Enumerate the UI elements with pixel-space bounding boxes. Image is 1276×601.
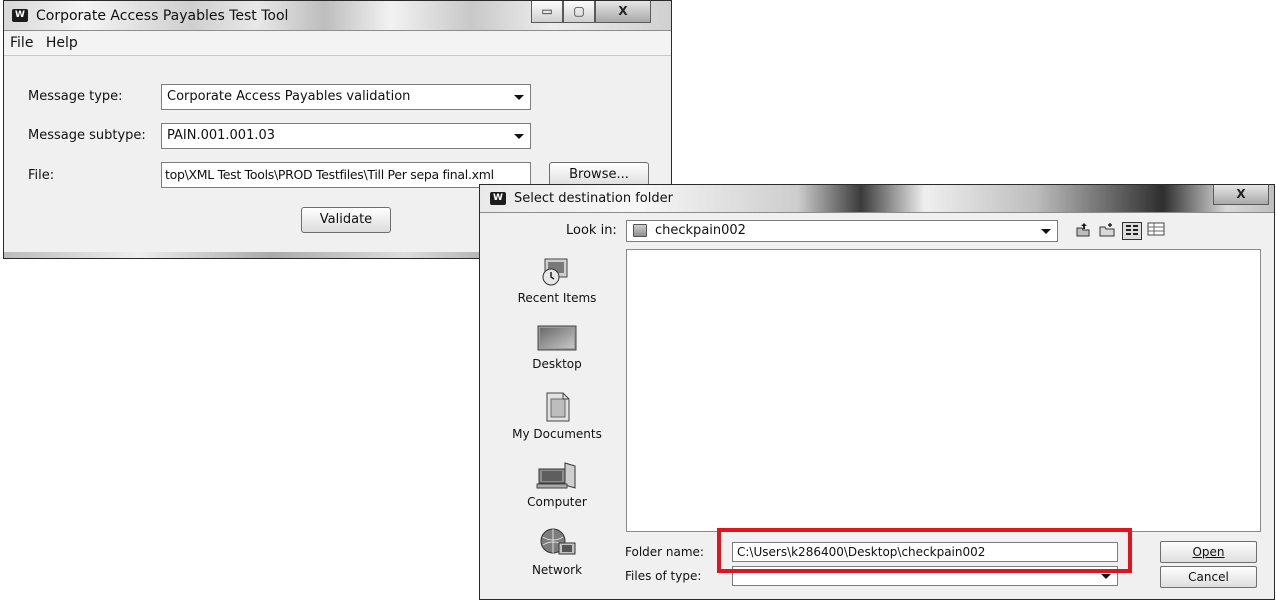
file-label: File:: [28, 168, 55, 183]
app-logo-icon: W: [490, 192, 506, 205]
place-network[interactable]: Network: [506, 527, 608, 577]
network-icon: [535, 527, 579, 559]
open-button[interactable]: Open: [1160, 541, 1257, 563]
details-view-icon[interactable]: [1146, 222, 1166, 240]
folder-contents-list[interactable]: [626, 249, 1261, 532]
message-type-value: Corporate Access Payables validation: [167, 89, 411, 104]
place-label: Desktop: [532, 357, 582, 371]
message-type-label: Message type:: [28, 89, 123, 104]
file-path-input[interactable]: top\XML Test Tools\PROD Testfiles\Till P…: [161, 162, 531, 188]
message-subtype-value: PAIN.001.001.03: [167, 128, 276, 143]
folder-name-input[interactable]: C:\Users\k286400\Desktop\checkpain002: [732, 542, 1118, 562]
places-sidebar: Recent Items Desktop My Documents Comput…: [506, 247, 608, 587]
menu-file[interactable]: File: [10, 35, 33, 51]
files-of-type-select[interactable]: [732, 566, 1118, 586]
maximize-button[interactable]: ▢: [563, 1, 595, 23]
computer-icon: [535, 459, 579, 491]
message-type-select[interactable]: Corporate Access Payables validation: [161, 84, 531, 110]
up-folder-icon[interactable]: [1074, 222, 1092, 240]
folder-name-label: Folder name:: [625, 545, 704, 559]
dialog-title: Select destination folder: [514, 191, 673, 206]
place-label: Computer: [527, 495, 587, 509]
files-of-type-label: Files of type:: [625, 569, 702, 583]
minimize-button[interactable]: ▭: [531, 1, 563, 23]
chevron-down-icon: [1101, 574, 1111, 579]
chevron-down-icon: [514, 95, 524, 100]
look-in-select[interactable]: checkpain002: [626, 220, 1058, 242]
app-logo-icon: W: [12, 9, 28, 22]
validate-button[interactable]: Validate: [301, 207, 391, 233]
new-folder-icon[interactable]: [1098, 222, 1116, 240]
place-computer[interactable]: Computer: [506, 459, 608, 509]
dialog-close-button[interactable]: X: [1213, 185, 1269, 205]
place-my-documents[interactable]: My Documents: [506, 389, 608, 441]
folder-icon: [633, 224, 647, 237]
message-subtype-label: Message subtype:: [28, 128, 146, 143]
chevron-down-icon: [1041, 229, 1051, 234]
menu-bar: File Help: [4, 31, 671, 56]
look-in-label: Look in:: [566, 223, 617, 238]
place-label: Network: [531, 563, 583, 577]
desktop-icon: [537, 323, 577, 353]
place-label: My Documents: [512, 427, 602, 441]
select-folder-dialog: W Select destination folder X Look in: c…: [479, 184, 1275, 600]
place-recent-items[interactable]: Recent Items: [506, 255, 608, 305]
menu-help[interactable]: Help: [46, 35, 78, 51]
chevron-down-icon: [514, 134, 524, 139]
open-button-label: Open: [1192, 545, 1225, 559]
message-subtype-select[interactable]: PAIN.001.001.03: [161, 123, 531, 149]
main-window-title: Corporate Access Payables Test Tool: [36, 8, 289, 24]
dialog-title-bar[interactable]: W Select destination folder X: [480, 185, 1274, 213]
look-in-value: checkpain002: [655, 223, 746, 238]
list-view-icon[interactable]: [1122, 222, 1142, 240]
main-title-bar[interactable]: W Corporate Access Payables Test Tool ▭ …: [4, 1, 671, 31]
place-label: Recent Items: [517, 291, 597, 305]
recent-items-icon: [537, 255, 577, 287]
close-button[interactable]: X: [595, 1, 651, 23]
place-desktop[interactable]: Desktop: [506, 323, 608, 371]
my-documents-icon: [537, 389, 577, 423]
cancel-button[interactable]: Cancel: [1160, 566, 1257, 588]
